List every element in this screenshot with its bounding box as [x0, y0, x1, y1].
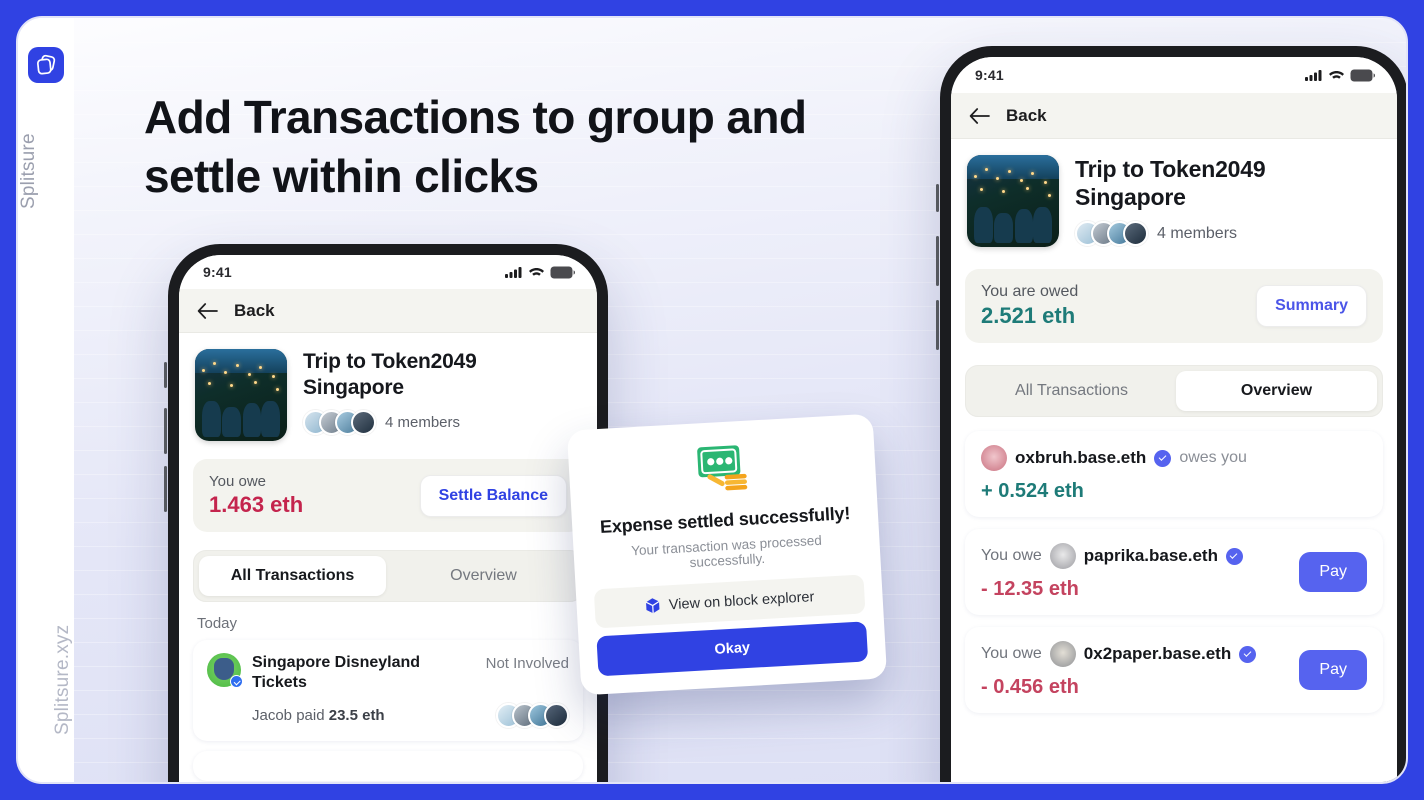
group-header: Trip to Token2049 Singapore 4 members [179, 333, 597, 449]
group-cover-image [967, 155, 1059, 247]
member-avatars[interactable] [1075, 221, 1148, 247]
clown-avatar [981, 445, 1007, 471]
modal-subtitle: Your transaction was processed successfu… [630, 532, 823, 571]
group-header: Trip to Token2049 Singapore 4 members [951, 139, 1397, 255]
tab-overview[interactable]: Overview [390, 556, 577, 596]
left-phone-screen: 9:41 Back Trip to Token2049 Singapore 4 … [179, 255, 597, 782]
tab-overview[interactable]: Overview [1176, 371, 1377, 411]
transaction-title: Singapore Disneyland Tickets [252, 654, 421, 691]
view-on-block-explorer-label: View on block explorer [668, 588, 815, 613]
splitsure-logo-icon [28, 47, 64, 83]
tab-bar: All Transactions Overview [965, 365, 1383, 417]
brand-rail: Splitsure Splitsure.xyz [18, 18, 74, 782]
earpiece-speaker [335, 268, 415, 274]
transaction-status: Not Involved [485, 655, 569, 672]
earpiece-speaker [1118, 70, 1202, 76]
balance-amount: 1.463 eth [209, 492, 304, 517]
wifi-icon [529, 268, 544, 276]
transaction-payer: Jacob paid [252, 707, 329, 724]
overview-relation: You owe [981, 547, 1042, 564]
back-label[interactable]: Back [234, 301, 275, 321]
verified-badge-icon [230, 675, 243, 688]
front-camera [1239, 67, 1251, 78]
avatar [544, 703, 569, 728]
overview-row[interactable]: You owe 0x2paper.base.eth - 0.456 eth Pa… [965, 627, 1383, 713]
group-title: Trip to Token2049 Singapore [303, 350, 477, 399]
balance-label: You are owed [981, 283, 1079, 300]
verified-badge-icon [1225, 547, 1243, 565]
member-avatars[interactable] [303, 410, 376, 436]
app-header: Back [951, 93, 1397, 139]
transaction-row[interactable] [193, 751, 583, 781]
okay-button[interactable]: Okay [596, 621, 869, 677]
worker-avatar [1049, 641, 1076, 667]
arrow-left-icon[interactable] [969, 107, 990, 124]
view-on-block-explorer-button[interactable]: View on block explorer [593, 574, 866, 629]
status-time: 9:41 [203, 264, 232, 280]
avatar [351, 410, 376, 436]
day-label: Today [197, 615, 238, 632]
right-phone-mockup: 9:41 Back Trip to Token2049 Singapore 4 … [936, 46, 1406, 782]
overview-relation: You owe [981, 645, 1042, 662]
overview-relation: owes you [1179, 449, 1247, 466]
tab-bar: All Transactions Overview [193, 550, 583, 602]
left-phone-mockup: 9:41 Back Trip to Token2049 Singapore 4 … [164, 244, 608, 782]
battery-icon [1350, 69, 1375, 81]
phone-notch [279, 255, 497, 289]
page-title: Add Transactions to group and settle wit… [144, 91, 807, 202]
transaction-row[interactable]: Singapore Disneyland Tickets Not Involve… [193, 640, 583, 741]
overview-peer-name: 0x2paper.base.eth [1083, 644, 1232, 663]
app-header: Back [179, 289, 597, 333]
transaction-participants[interactable] [496, 703, 569, 728]
cellular-bars-icon [1305, 70, 1322, 81]
cellular-bars-icon [505, 267, 522, 278]
members-count: 4 members [385, 414, 461, 432]
skull-avatar [207, 653, 243, 688]
transaction-amount: 23.5 eth [328, 707, 385, 724]
pay-button[interactable]: Pay [1299, 650, 1367, 690]
phone-mute-button [164, 362, 167, 388]
overview-peer-name: oxbruh.base.eth [1015, 448, 1147, 467]
cube-icon [645, 598, 660, 614]
hero-card: Splitsure Splitsure.xyz Add Transactions… [16, 16, 1408, 784]
rail-domain: Splitsure.xyz [52, 624, 73, 736]
avatar [1123, 221, 1148, 247]
front-camera [448, 265, 460, 276]
balance-label: You owe [209, 473, 266, 490]
wifi-icon [1329, 71, 1344, 79]
rail-brand-name: Splitsure [18, 133, 39, 209]
tab-all-transactions[interactable]: All Transactions [199, 556, 386, 596]
status-time: 9:41 [975, 67, 1004, 83]
phone-volume-up-button [164, 408, 167, 454]
success-modal: Expense settled successfully! Your trans… [566, 413, 888, 696]
phone-mute-button [936, 184, 939, 212]
group-title: Trip to Token2049 Singapore [1075, 156, 1266, 211]
back-label[interactable]: Back [1006, 106, 1047, 126]
verified-badge-icon [1154, 449, 1172, 467]
right-phone-screen: 9:41 Back Trip to Token2049 Singapore 4 … [951, 57, 1397, 782]
overview-row[interactable]: oxbruh.base.eth owes you + 0.524 eth [965, 431, 1383, 517]
overview-peer-name: paprika.base.eth [1083, 546, 1218, 565]
verified-badge-icon [1239, 645, 1257, 663]
tab-all-transactions[interactable]: All Transactions [971, 371, 1172, 411]
overview-row[interactable]: You owe paprika.base.eth - 12.35 eth Pay [965, 529, 1383, 615]
balance-card: You are owed 2.521 eth Summary [965, 269, 1383, 343]
money-success-icon [689, 442, 756, 501]
summary-button[interactable]: Summary [1256, 285, 1367, 327]
battery-icon [550, 266, 575, 278]
phone-volume-down-button [164, 466, 167, 512]
monkey-avatar [1049, 543, 1076, 569]
phone-notch [1058, 57, 1290, 91]
phone-volume-down-button [936, 300, 939, 350]
arrow-left-icon[interactable] [197, 302, 218, 319]
group-cover-image [195, 349, 287, 441]
page-frame: Splitsure Splitsure.xyz Add Transactions… [0, 0, 1424, 800]
members-count: 4 members [1157, 224, 1238, 242]
balance-card: You owe 1.463 eth Settle Balance [193, 459, 583, 532]
phone-volume-up-button [936, 236, 939, 286]
settle-balance-button[interactable]: Settle Balance [419, 474, 567, 517]
balance-amount: 2.521 eth [981, 303, 1076, 328]
overview-amount: + 0.524 eth [981, 480, 1084, 502]
pay-button[interactable]: Pay [1299, 552, 1367, 592]
